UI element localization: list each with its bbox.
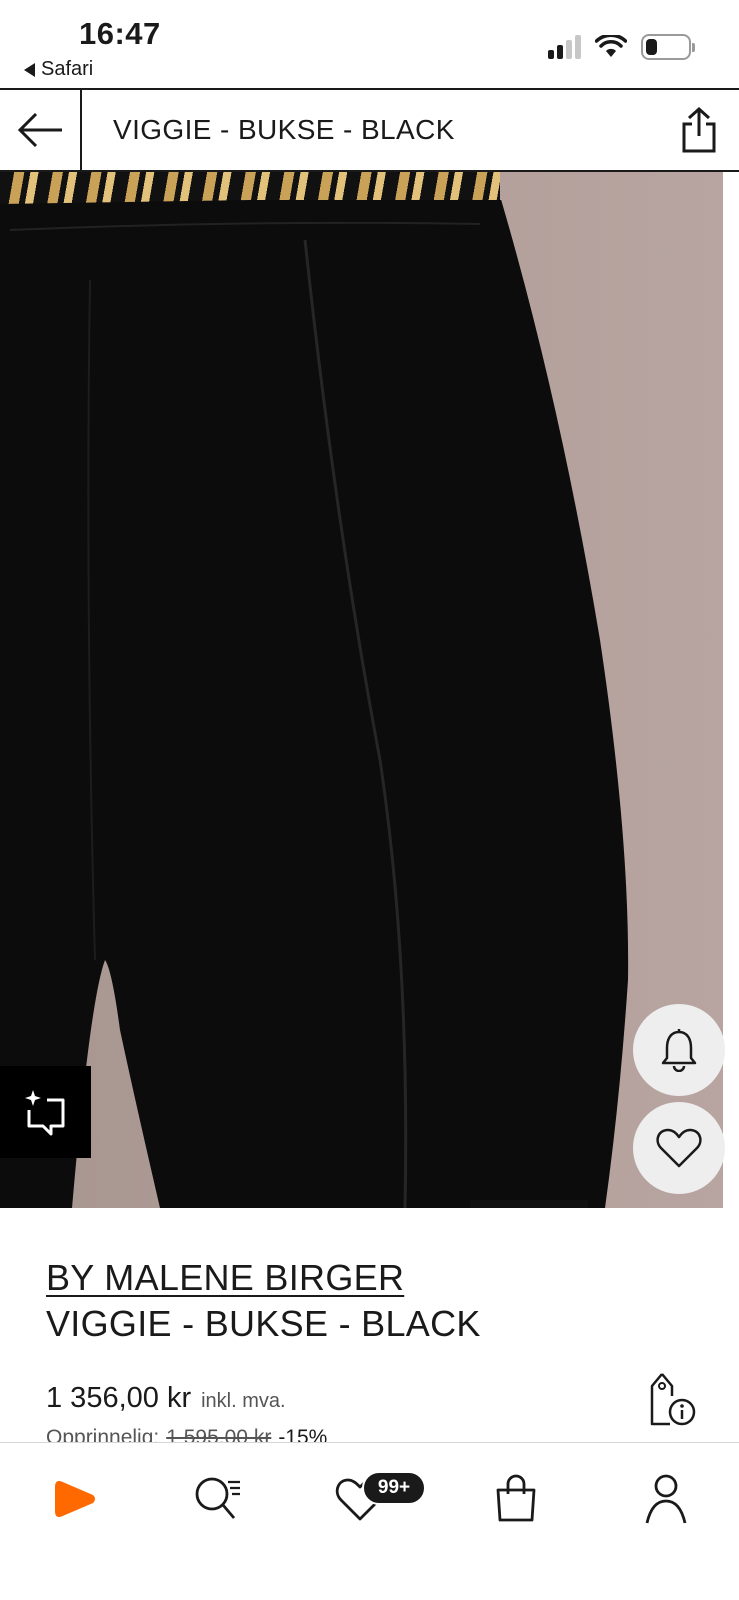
back-button[interactable]: [0, 90, 82, 170]
wishlist-button[interactable]: [633, 1102, 725, 1194]
back-app-label: Safari: [41, 58, 94, 80]
product-header: VIGGIE - BUKSE - BLACK: [0, 88, 739, 172]
profile-icon: [645, 1474, 687, 1524]
home-logo-icon: [55, 1481, 95, 1517]
sparkle-chat-icon: [24, 1090, 64, 1136]
back-to-safari[interactable]: Safari: [24, 58, 93, 81]
wifi-icon: [595, 35, 627, 57]
status-time: 16:47: [79, 16, 161, 51]
product-image[interactable]: [0, 172, 739, 1208]
share-icon: [682, 106, 716, 153]
notify-button[interactable]: [633, 1004, 725, 1096]
signal-icon: [548, 35, 581, 59]
search-icon: [195, 1477, 240, 1519]
product-name: VIGGIE - BUKSE - BLACK: [46, 1303, 481, 1344]
brand-link[interactable]: BY MALENE BIRGER: [46, 1257, 404, 1299]
status-bar: 16:47 Safari: [0, 0, 739, 88]
wishlist-count-badge: 99+: [362, 1471, 426, 1505]
nav-search[interactable]: [188, 1469, 248, 1529]
price-row: 1 356,00 kr inkl. mva.: [46, 1382, 286, 1415]
header-title: VIGGIE - BUKSE - BLACK: [113, 114, 455, 145]
bell-icon: [661, 1029, 697, 1072]
nav-bag[interactable]: [486, 1469, 546, 1529]
nav-profile[interactable]: [636, 1469, 696, 1529]
heart-icon: [656, 1128, 702, 1168]
bag-icon: [496, 1474, 536, 1522]
battery-icon: [641, 34, 695, 60]
share-button[interactable]: [659, 90, 739, 170]
vat-note: inkl. mva.: [201, 1390, 286, 1412]
arrow-left-icon: [17, 112, 62, 148]
nav-home[interactable]: [46, 1469, 106, 1529]
price-tag-info-icon: [650, 1373, 696, 1426]
status-icons: [548, 34, 695, 60]
back-triangle-icon: [24, 62, 35, 77]
bottom-navigation: 99+: [0, 1442, 739, 1600]
current-price: 1 356,00 kr: [46, 1382, 192, 1414]
price-info-button[interactable]: [644, 1372, 696, 1428]
ai-assistant-button[interactable]: [0, 1066, 91, 1158]
image-carousel-indicator: [470, 1200, 588, 1208]
black-trousers: [0, 200, 629, 1208]
